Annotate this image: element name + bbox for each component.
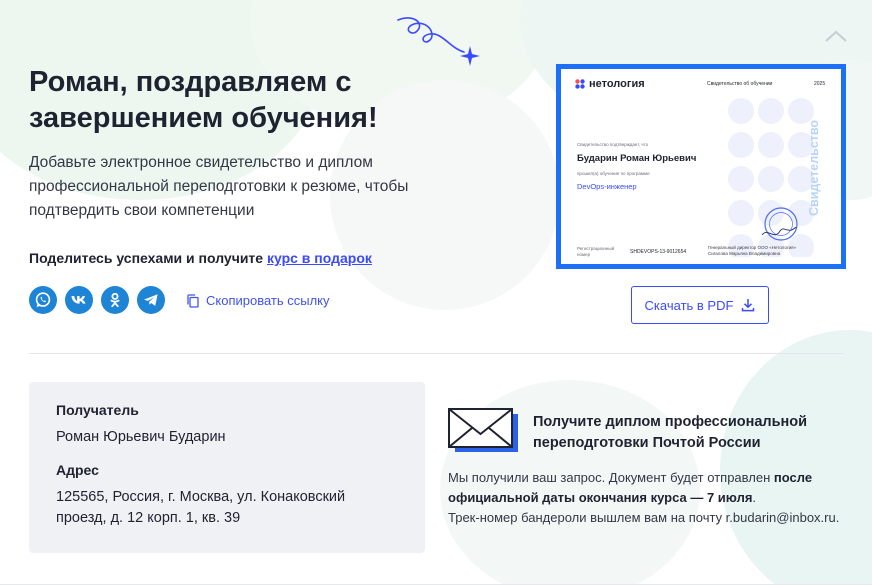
mail-text-start: Мы получили ваш запрос. Документ будет о… xyxy=(448,470,771,485)
telegram-share-button[interactable] xyxy=(137,286,165,314)
vk-icon xyxy=(71,296,86,304)
certificate-program: DevOps-инженер xyxy=(577,182,637,191)
certificate-holder-name: Бударин Роман Юрьевич xyxy=(577,153,697,164)
envelope-icon xyxy=(448,408,518,452)
social-share-buttons xyxy=(29,286,165,314)
download-pdf-button[interactable]: Скачать в PDF xyxy=(631,286,769,324)
recipient-label: Получатель xyxy=(56,402,139,418)
mail-text-period: . xyxy=(752,490,757,505)
odnoklassniki-share-button[interactable] xyxy=(101,286,129,314)
copy-icon xyxy=(187,293,199,308)
decorative-swirl-icon xyxy=(397,17,480,66)
collapse-chevron-icon[interactable] xyxy=(824,28,848,44)
vk-share-button[interactable] xyxy=(65,286,93,314)
share-promo: Поделитесь успехами и получите курс в по… xyxy=(29,250,372,266)
certificate-preview[interactable]: нетология Свидетельство об обучении 2025… xyxy=(556,64,846,269)
certificate-program-label: прошел(а) обучение по программе xyxy=(577,171,650,176)
page-title: Роман, поздравляем с завершением обучени… xyxy=(29,66,378,134)
certificate-doc-type: Свидетельство об обучении xyxy=(707,81,773,87)
certificate-vertical-title: Свидетельство xyxy=(807,119,821,217)
stamp-icon xyxy=(761,207,798,241)
copy-link-label: Скопировать ссылку xyxy=(206,293,330,308)
recipient-address: 125565, Россия, г. Москва, ул. Конаковск… xyxy=(56,489,346,526)
gift-course-link[interactable]: курс в подарок xyxy=(267,250,372,266)
telegram-icon xyxy=(144,294,158,306)
download-pdf-label: Скачать в PDF xyxy=(644,297,734,313)
recipient-card: Получатель Роман Юрьевич Бударин Адрес 1… xyxy=(29,382,425,553)
netology-logo-icon xyxy=(575,79,585,89)
mail-description: Мы получили ваш запрос. Документ будет о… xyxy=(448,468,858,528)
mail-title: Получите диплом профессиональной перепод… xyxy=(533,414,808,451)
download-icon xyxy=(742,299,755,312)
certificate-logo-text: нетология xyxy=(589,78,645,90)
page-subtitle: Добавьте электронное свидетельство и дип… xyxy=(29,154,409,219)
certificate-confirm-text: Свидетельство подтверждает, что xyxy=(577,142,649,147)
certificate-director: Генеральный директор ООО «Нетология» Сиг… xyxy=(708,245,797,256)
odnoklassniki-icon xyxy=(110,292,120,308)
certificate-year: 2025 xyxy=(814,81,826,87)
certificate-logo: нетология xyxy=(575,78,645,90)
section-divider xyxy=(29,353,844,354)
whatsapp-share-button[interactable] xyxy=(29,286,57,314)
certificate-reg-number: SHDEVOPS-13-9012654 xyxy=(630,249,687,255)
whatsapp-icon xyxy=(35,292,51,307)
mail-track-text: Трек-номер бандероли вышлем вам на почту… xyxy=(448,510,840,525)
recipient-name: Роман Юрьевич Бударин xyxy=(56,429,226,445)
address-label: Адрес xyxy=(56,462,99,478)
copy-link-button[interactable]: Скопировать ссылку xyxy=(186,293,330,308)
certificate-reg-label: Регистрационный номер xyxy=(577,246,615,257)
share-text: Поделитесь успехами и получите xyxy=(29,250,264,266)
